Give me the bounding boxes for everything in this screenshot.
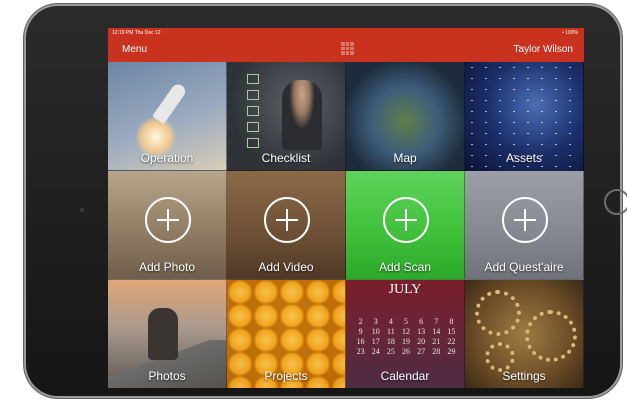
tile-label: Photos bbox=[148, 369, 186, 383]
app-screen: 12:19 PM Thu Dec 12 • 100% Menu Taylor W… bbox=[108, 28, 584, 388]
plus-icon bbox=[145, 197, 191, 243]
tile-assets[interactable]: Assets bbox=[465, 62, 584, 171]
tile-label: Add Video bbox=[258, 260, 314, 274]
calendar-day: 24 bbox=[371, 347, 380, 356]
top-nav-bar: Menu Taylor Wilson bbox=[108, 38, 584, 62]
tile-add-scan[interactable]: Add Scan bbox=[346, 171, 465, 280]
calendar-day: 3 bbox=[373, 317, 378, 326]
calendar-day: 28 bbox=[432, 347, 441, 356]
calendar-day: 18 bbox=[386, 337, 395, 346]
calendar-day: 10 bbox=[371, 327, 380, 336]
status-bar: 12:19 PM Thu Dec 12 • 100% bbox=[108, 28, 584, 38]
tile-checklist[interactable]: Checklist bbox=[227, 62, 346, 171]
tile-label: Operation bbox=[140, 151, 194, 165]
calendar-day: 20 bbox=[417, 337, 426, 346]
grid-icon[interactable] bbox=[341, 42, 354, 55]
tile-calendar[interactable]: JULY 2 3 4 5 6 7 8 9 10 11 12 13 14 15 16 17 18 19 20 21 22 2… bbox=[346, 280, 465, 388]
calendar-day: 26 bbox=[401, 347, 410, 356]
calendar-month: JULY bbox=[388, 282, 422, 297]
plus-icon bbox=[264, 197, 310, 243]
plus-icon bbox=[383, 197, 429, 243]
calendar-day: 23 bbox=[356, 347, 365, 356]
home-button[interactable] bbox=[604, 189, 627, 215]
tile-grid: Operation Checklist Map Assets Add Photo… bbox=[108, 62, 584, 388]
gear-icon bbox=[485, 342, 515, 372]
tile-label: Settings bbox=[502, 369, 546, 383]
tile-add-questionnaire[interactable]: Add Quest'aire bbox=[465, 171, 584, 280]
gear-icon bbox=[475, 290, 521, 336]
rocket-icon bbox=[152, 81, 188, 125]
tile-add-video[interactable]: Add Video bbox=[227, 171, 346, 280]
camera-icon bbox=[80, 208, 84, 212]
tile-label: Add Quest'aire bbox=[484, 260, 564, 274]
calendar-day: 12 bbox=[401, 327, 410, 336]
tile-projects[interactable]: Projects bbox=[227, 280, 346, 388]
calendar-day: 6 bbox=[419, 317, 424, 326]
calendar-day: 29 bbox=[447, 347, 456, 356]
calendar-day: 22 bbox=[447, 337, 456, 346]
gear-icon bbox=[525, 310, 577, 362]
calendar-day: 8 bbox=[449, 317, 454, 326]
calendar-day: 27 bbox=[417, 347, 426, 356]
tile-add-photo[interactable]: Add Photo bbox=[108, 171, 227, 280]
calendar-day: 2 bbox=[358, 317, 363, 326]
calendar-day: 7 bbox=[434, 317, 439, 326]
calendar-day: 19 bbox=[401, 337, 410, 346]
tile-operation[interactable]: Operation bbox=[108, 62, 227, 171]
calendar-day: 9 bbox=[358, 327, 363, 336]
calendar-days: 2 3 4 5 6 7 8 9 10 11 12 13 14 15 16 17 18 19 20 21 22 23 24 25… bbox=[353, 316, 459, 356]
calendar-day: 17 bbox=[371, 337, 380, 346]
calendar-day: 16 bbox=[356, 337, 365, 346]
calendar-day: 4 bbox=[388, 317, 393, 326]
tile-label: Add Scan bbox=[378, 260, 432, 274]
tile-photos[interactable]: Photos bbox=[108, 280, 227, 388]
photographer-image bbox=[148, 308, 178, 360]
menu-button[interactable]: Menu bbox=[122, 44, 147, 55]
calendar-day: 5 bbox=[403, 317, 408, 326]
calendar-day: 21 bbox=[432, 337, 441, 346]
tile-label: Add Photo bbox=[138, 260, 196, 274]
status-time: 12:19 PM Thu Dec 12 bbox=[112, 30, 161, 36]
status-battery: • 100% bbox=[562, 30, 578, 36]
plus-icon bbox=[502, 197, 548, 243]
calendar-day: 25 bbox=[386, 347, 395, 356]
checklist-icon bbox=[247, 74, 259, 154]
tile-settings[interactable]: Settings bbox=[465, 280, 584, 388]
tile-label: Checklist bbox=[261, 151, 311, 165]
tile-map[interactable]: Map bbox=[346, 62, 465, 171]
tile-label: Calendar bbox=[380, 369, 430, 383]
tile-label: Assets bbox=[505, 151, 542, 165]
tile-label: Map bbox=[393, 151, 417, 165]
person-image bbox=[282, 80, 322, 150]
calendar-day: 14 bbox=[432, 327, 441, 336]
calendar-day: 15 bbox=[447, 327, 456, 336]
ipad-device: 12:19 PM Thu Dec 12 • 100% Menu Taylor W… bbox=[24, 4, 627, 398]
tile-label: Projects bbox=[264, 369, 308, 383]
calendar-day: 11 bbox=[387, 327, 395, 336]
calendar-day: 13 bbox=[417, 327, 426, 336]
user-name[interactable]: Taylor Wilson bbox=[514, 44, 573, 55]
